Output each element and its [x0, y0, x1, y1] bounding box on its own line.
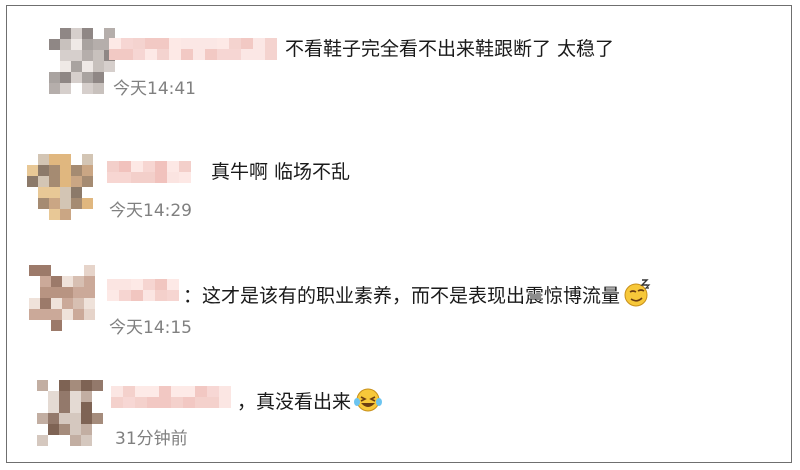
username-blurred[interactable]	[109, 38, 277, 60]
comment-item: 真牛啊 临场不乱 今天14:29	[7, 116, 791, 221]
comment-body: 真牛啊 临场不乱	[211, 161, 351, 183]
timestamp: 今天14:15	[109, 318, 192, 338]
comment-item: 不看鞋子完全看不出来鞋跟断了 太稳了 今天14:41	[7, 6, 791, 106]
comment-body: 不看鞋子完全看不出来鞋跟断了 太稳了	[285, 38, 615, 60]
avatar[interactable]	[27, 154, 93, 220]
comment-separator: ：	[183, 285, 203, 307]
comment-text: ，真没看出来	[237, 386, 383, 420]
username-blurred[interactable]	[107, 279, 179, 301]
smirk-emoji-icon	[622, 278, 652, 314]
username-blurred[interactable]	[111, 386, 231, 408]
comment-body: 这才是该有的职业素养，而不是表现出震惊博流量	[202, 285, 621, 307]
comment-text: 真牛啊 临场不乱	[211, 160, 350, 184]
timestamp: 今天14:29	[109, 201, 192, 221]
timestamp: 今天14:41	[113, 79, 196, 99]
comment-text: 不看鞋子完全看不出来鞋跟断了 太稳了	[285, 37, 614, 61]
comment-item: ：这才是该有的职业素养，而不是表现出震惊博流量 今天14:15	[7, 231, 791, 338]
comment-item: ，真没看出来 31分钟前	[7, 346, 791, 449]
username-blurred[interactable]	[107, 161, 191, 183]
comment-text: ：这才是该有的职业素养，而不是表现出震惊博流量	[183, 278, 652, 314]
avatar[interactable]	[49, 28, 115, 94]
comment-list: 不看鞋子完全看不出来鞋跟断了 太稳了 今天14:41 真牛啊 临场不乱 今天14…	[6, 5, 792, 463]
avatar[interactable]	[29, 265, 95, 331]
timestamp: 31分钟前	[115, 429, 188, 449]
comment-body: 真没看出来	[256, 391, 352, 413]
laughing-tears-emoji-icon	[353, 386, 383, 420]
avatar[interactable]	[37, 380, 103, 446]
comment-separator: ，	[237, 391, 257, 413]
